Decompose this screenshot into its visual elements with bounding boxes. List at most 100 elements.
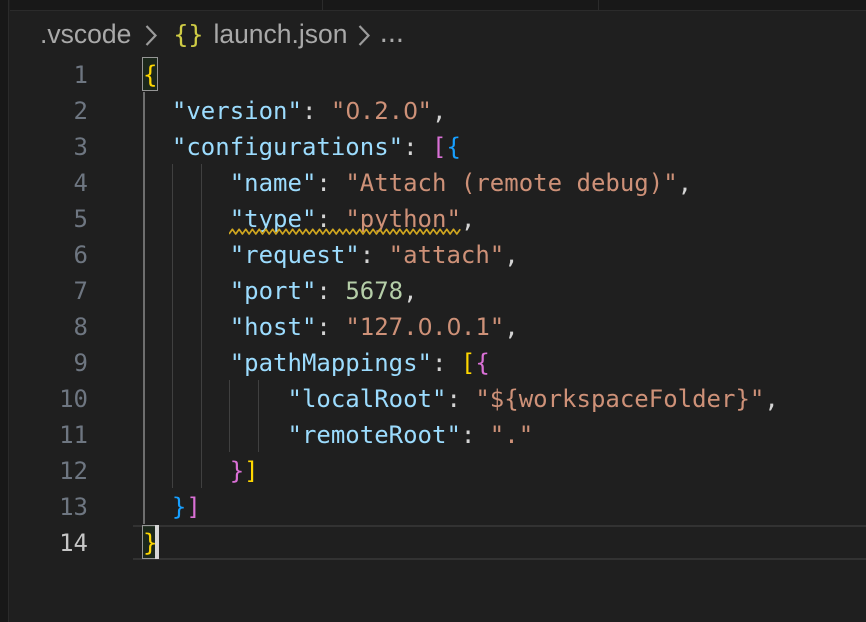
code-token-key: "version" xyxy=(172,97,302,125)
warning-squiggle xyxy=(229,228,461,236)
code-text: "host": "127.0.0.1", xyxy=(143,309,519,345)
code-token-b1: [ xyxy=(461,349,475,377)
code-line[interactable]: 7 "port": 5678, xyxy=(0,273,866,309)
text-cursor xyxy=(155,525,159,559)
line-number[interactable]: 9 xyxy=(0,345,88,381)
code-token-pln xyxy=(143,493,172,521)
line-number[interactable]: 14 xyxy=(0,525,88,561)
code-token-str: "127.0.0.1" xyxy=(345,313,504,341)
code-token-pln: : xyxy=(432,349,461,377)
code-token-pln xyxy=(143,313,230,341)
code-token-pln xyxy=(143,421,288,449)
code-text: "localRoot": "${workspaceFolder}", xyxy=(143,381,779,417)
code-token-cnum: 5678 xyxy=(345,277,403,305)
code-token-str: "attach" xyxy=(389,241,505,269)
code-line[interactable]: 8 "host": "127.0.0.1", xyxy=(0,309,866,345)
code-token-b1: { xyxy=(143,61,157,89)
code-token-pln xyxy=(143,277,230,305)
code-token-str: "${workspaceFolder}" xyxy=(475,385,764,413)
code-token-pln: : xyxy=(316,313,345,341)
code-token-pln: : xyxy=(446,385,475,413)
code-token-pln: : xyxy=(360,241,389,269)
code-text: "port": 5678, xyxy=(143,273,418,309)
code-token-pln: , xyxy=(504,241,518,269)
line-number[interactable]: 13 xyxy=(0,489,88,525)
code-line[interactable]: 9 "pathMappings": [{ xyxy=(0,345,866,381)
code-line[interactable]: 2 "version": "0.2.0", xyxy=(0,93,866,129)
line-number[interactable]: 1 xyxy=(0,57,88,93)
code-line[interactable]: 10 "localRoot": "${workspaceFolder}", xyxy=(0,381,866,417)
code-line[interactable]: 4 "name": "Attach (remote debug)", xyxy=(0,165,866,201)
code-line[interactable]: 13 }] xyxy=(0,489,866,525)
code-token-str: "Attach (remote debug)" xyxy=(345,169,677,197)
code-text: "pathMappings": [{ xyxy=(143,345,490,381)
code-text: }] xyxy=(143,489,201,525)
chevron-right-icon xyxy=(144,22,158,48)
code-token-b3: } xyxy=(172,493,186,521)
code-token-key: "pathMappings" xyxy=(230,349,432,377)
code-text: { xyxy=(143,57,157,93)
code-token-str: "." xyxy=(490,421,533,449)
line-number[interactable]: 5 xyxy=(0,201,88,237)
line-number[interactable]: 2 xyxy=(0,93,88,129)
breadcrumb-symbol[interactable]: ... xyxy=(380,18,404,49)
code-token-b2: ] xyxy=(186,493,200,521)
code-text: }] xyxy=(143,453,259,489)
code-token-pln: , xyxy=(432,97,446,125)
code-token-pln: , xyxy=(678,169,692,197)
code-token-pln: : xyxy=(461,421,490,449)
breadcrumb-file[interactable]: launch.json xyxy=(213,19,347,50)
tab-separator xyxy=(322,0,323,10)
line-number[interactable]: 3 xyxy=(0,129,88,165)
code-token-pln xyxy=(143,241,230,269)
code-token-b2: { xyxy=(475,349,489,377)
code-token-key: "port" xyxy=(230,277,317,305)
code-text: "version": "0.2.0", xyxy=(143,93,446,129)
code-area[interactable]: 1{2 "version": "0.2.0",3 "configurations… xyxy=(0,57,866,561)
code-token-b2: [ xyxy=(432,133,446,161)
code-line[interactable]: 3 "configurations": [{ xyxy=(0,129,866,165)
code-token-pln: : xyxy=(403,133,432,161)
code-token-pln xyxy=(143,97,172,125)
breadcrumb-folder[interactable]: .vscode xyxy=(40,19,131,50)
line-number[interactable]: 7 xyxy=(0,273,88,309)
code-line[interactable]: 1{ xyxy=(0,57,866,93)
code-token-b3: { xyxy=(446,133,460,161)
code-token-pln xyxy=(143,133,172,161)
code-token-pln: , xyxy=(764,385,778,413)
code-token-pln: , xyxy=(461,205,475,233)
tab-bar[interactable] xyxy=(10,0,866,11)
code-token-pln: : xyxy=(316,169,345,197)
code-line[interactable]: 6 "request": "attach", xyxy=(0,237,866,273)
code-token-key: "request" xyxy=(230,241,360,269)
code-token-pln xyxy=(143,385,288,413)
line-number[interactable]: 8 xyxy=(0,309,88,345)
code-line[interactable]: 11 "remoteRoot": "." xyxy=(0,417,866,453)
line-number[interactable]: 6 xyxy=(0,237,88,273)
code-token-key: "localRoot" xyxy=(288,385,447,413)
code-token-key: "configurations" xyxy=(172,133,403,161)
code-text: "request": "attach", xyxy=(143,237,519,273)
code-text: "configurations": [{ xyxy=(143,129,461,165)
code-token-b2: } xyxy=(230,457,244,485)
chevron-right-icon xyxy=(357,22,371,48)
code-token-pln xyxy=(143,349,230,377)
code-token-pln: : xyxy=(316,277,345,305)
line-number[interactable]: 10 xyxy=(0,381,88,417)
breadcrumb: .vscode {} launch.json ... xyxy=(40,13,404,56)
code-token-key: "host" xyxy=(230,313,317,341)
tab-separator xyxy=(598,0,599,10)
line-number[interactable]: 11 xyxy=(0,417,88,453)
code-token-pln: : xyxy=(302,97,331,125)
line-number[interactable]: 4 xyxy=(0,165,88,201)
code-text: "name": "Attach (remote debug)", xyxy=(143,165,692,201)
json-file-icon: {} xyxy=(173,20,203,49)
code-text: "remoteRoot": "." xyxy=(143,417,533,453)
code-token-key: "remoteRoot" xyxy=(288,421,461,449)
code-line[interactable]: 12 }] xyxy=(0,453,866,489)
line-number[interactable]: 12 xyxy=(0,453,88,489)
code-line[interactable]: 14} xyxy=(0,525,866,561)
vscode-editor-window: .vscode {} launch.json ... 1{2 "version"… xyxy=(0,0,866,622)
code-token-pln: , xyxy=(403,277,417,305)
code-token-b1: ] xyxy=(244,457,258,485)
